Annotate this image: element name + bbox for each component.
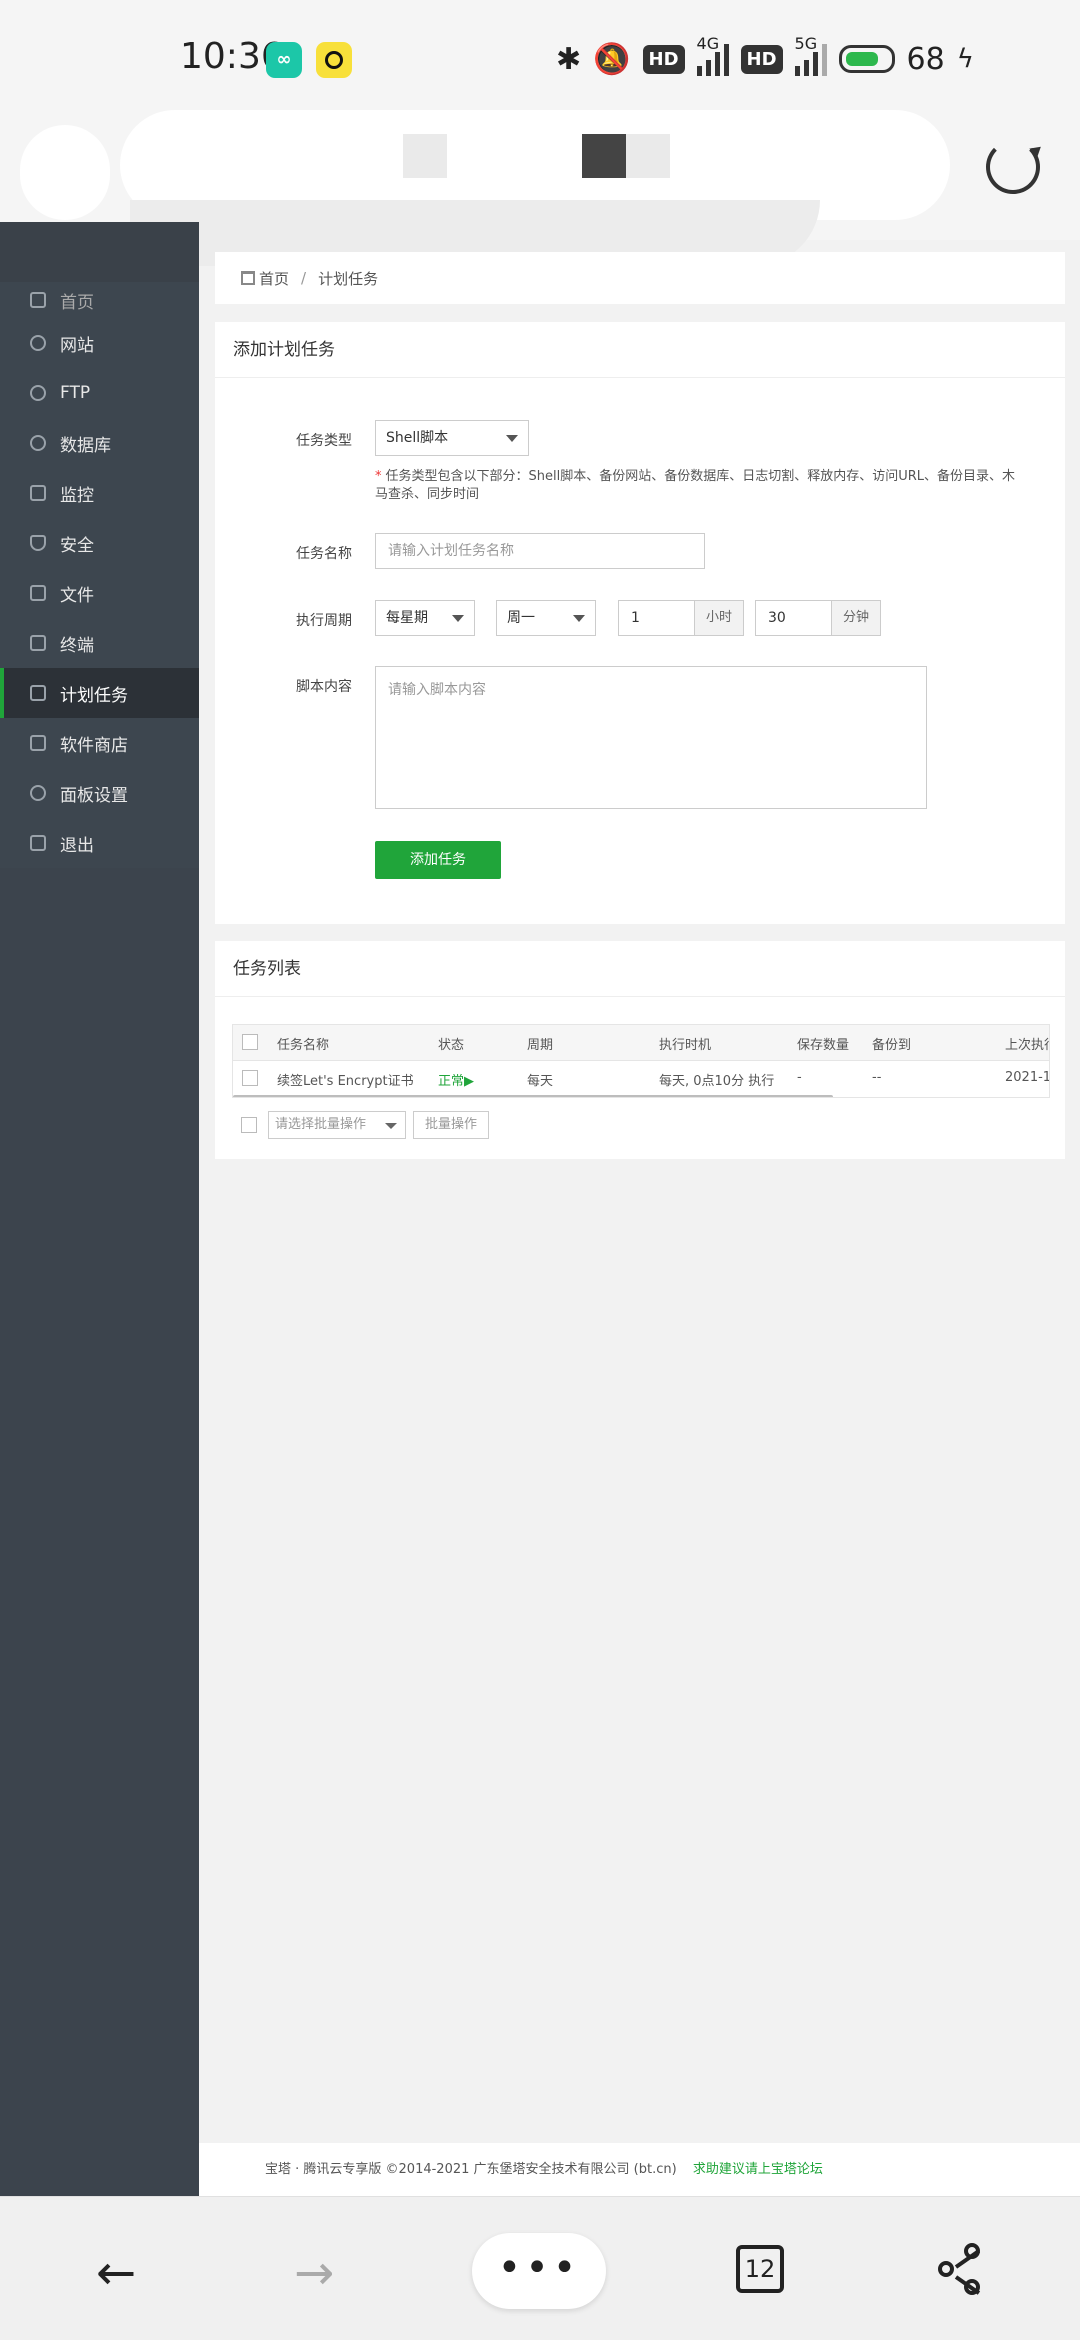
sidebar-item-panel-settings[interactable]: 面板设置 [0,768,199,818]
loop-app-icon: ∞ [266,42,302,78]
home-icon [241,271,255,285]
batch-action-select[interactable]: 请选择批量操作 [268,1111,406,1139]
reload-icon[interactable] [986,140,1040,194]
sidebar-item-database[interactable]: 数据库 [0,418,199,468]
col-backup-to: 备份到 [872,1038,912,1053]
home-icon [30,292,46,308]
database-icon [30,435,46,451]
tabs-count-button[interactable]: 12 [736,2245,784,2293]
logout-icon [30,835,46,851]
col-last-run: 上次执行 [1005,1038,1049,1053]
batch-action-button[interactable]: 批量操作 [413,1111,489,1139]
battery-level: 68 [906,41,945,77]
hour-unit: 小时 [694,600,744,636]
calendar-icon [30,685,46,701]
batch-checkbox[interactable] [241,1117,257,1133]
task-type-hint: * 任务类型包含以下部分：Shell脚本、备份网站、备份数据库、日志切割、释放内存… [375,469,1016,502]
task-name-label: 任务名称 [296,546,352,562]
grid-icon [30,735,46,751]
browser-bottom-nav: ← → ••• 12 [0,2196,1080,2340]
mute-bell-icon: 🔕 [593,41,631,77]
period-select[interactable]: 每星期 [375,600,475,636]
hd-badge-2: HD [740,44,783,74]
breadcrumb-current: 计划任务 [318,269,379,288]
row-last-run: 2021-1 [1005,1070,1050,1085]
hour-input[interactable]: 1 [618,600,695,636]
sidebar-item-logout[interactable]: 退出 [0,818,199,868]
period-label: 执行周期 [296,613,352,629]
row-task-name: 续签Let's Encrypt证书 [277,1074,414,1089]
table-horizontal-scrollbar[interactable] [233,1095,833,1097]
globe-icon [30,335,46,351]
address-fragment-dark [582,134,626,178]
col-keep-count: 保存数量 [797,1038,850,1053]
col-period: 周期 [527,1038,554,1053]
footer-forum-link[interactable]: 求助建议请上宝塔论坛 [693,2162,823,2177]
sidebar-item-software-store[interactable]: 软件商店 [0,718,199,768]
table-row: 续签Let's Encrypt证书 正常▶ 每天 每天, 0点10分 执行 - … [233,1061,1049,1097]
sidebar-item-home-partial[interactable]: 首页 [0,282,199,318]
redaction-overlay-2 [20,125,110,220]
task-table: 任务名称 状态 周期 执行时机 保存数量 备份到 上次执行 续签Let's En… [232,1024,1050,1098]
col-task-name: 任务名称 [277,1038,330,1053]
footer-copyright: 宝塔 · 腾讯云专享版 ©2014-2021 广东堡塔安全技术有限公司 (bt.… [265,2162,677,2177]
script-label: 脚本内容 [296,679,352,695]
notification-app-icon [316,42,352,78]
task-list-title: 任务列表 [215,941,1065,997]
hd-badge: HD [642,44,685,74]
menu-button[interactable]: ••• [472,2233,606,2309]
signal-4g-icon: 4G [696,34,729,76]
shield-icon [30,535,46,551]
sidebar-item-terminal[interactable]: 终端 [0,618,199,668]
sidebar-item-monitor[interactable]: 监控 [0,468,199,518]
weekday-select[interactable]: 周一 [496,600,596,636]
col-timing: 执行时机 [659,1038,712,1053]
breadcrumb: 首页 / 计划任务 [215,252,1065,304]
signal-5g-icon: 5G [794,34,827,76]
page-footer: 宝塔 · 腾讯云专享版 ©2014-2021 广东堡塔安全技术有限公司 (bt.… [199,2143,1080,2196]
task-name-input[interactable]: 请输入计划任务名称 [375,533,705,569]
breadcrumb-home[interactable]: 首页 [259,268,289,289]
monitor-icon [30,485,46,501]
share-icon[interactable] [938,2243,986,2297]
battery-icon [838,45,895,73]
back-arrow-icon[interactable]: ← [96,2249,136,2297]
sidebar-item-cron[interactable]: 计划任务 [0,668,199,718]
status-indicators: ✱ 🔕 HD 4G HD 5G 68 ϟ [556,34,974,84]
breadcrumb-separator: / [301,269,307,287]
minute-input[interactable]: 30 [755,600,832,636]
bluetooth-icon: ✱ [556,41,582,77]
sidebar-item-security[interactable]: 安全 [0,518,199,568]
sidebar: 首页 网站 FTP 数据库 监控 安全 文件 终端 计划任务 软件商店 面板设置… [0,222,199,2196]
row-keep-count: - [797,1070,802,1085]
forward-arrow-icon[interactable]: → [294,2249,334,2297]
sidebar-item-ftp[interactable]: FTP [0,368,199,418]
add-task-button[interactable]: 添加任务 [375,841,501,879]
table-header: 任务名称 状态 周期 执行时机 保存数量 备份到 上次执行 [233,1025,1049,1061]
task-type-label: 任务类型 [296,433,352,449]
sidebar-item-files[interactable]: 文件 [0,568,199,618]
minute-unit: 分钟 [831,600,881,636]
select-all-checkbox[interactable] [242,1034,258,1050]
ftp-icon [30,385,46,401]
charging-icon: ϟ [956,44,974,74]
address-fragment-light [626,134,670,178]
terminal-icon [30,635,46,651]
status-bar: 10:36 ∞ ✱ 🔕 HD 4G HD 5G 68 ϟ [0,0,1080,120]
script-textarea[interactable]: 请输入脚本内容 [375,666,927,809]
row-backup-to: -- [872,1070,882,1085]
sidebar-item-website[interactable]: 网站 [0,318,199,368]
row-period: 每天 [527,1074,554,1089]
folder-icon [30,585,46,601]
add-task-title: 添加计划任务 [215,322,1065,378]
row-status[interactable]: 正常▶ [438,1070,474,1089]
task-type-select[interactable]: Shell脚本 [375,420,529,456]
col-status: 状态 [438,1038,465,1053]
row-checkbox[interactable] [242,1070,258,1086]
gear-icon [30,785,46,801]
address-fragment [403,134,447,178]
row-timing: 每天, 0点10分 执行 [659,1074,775,1089]
